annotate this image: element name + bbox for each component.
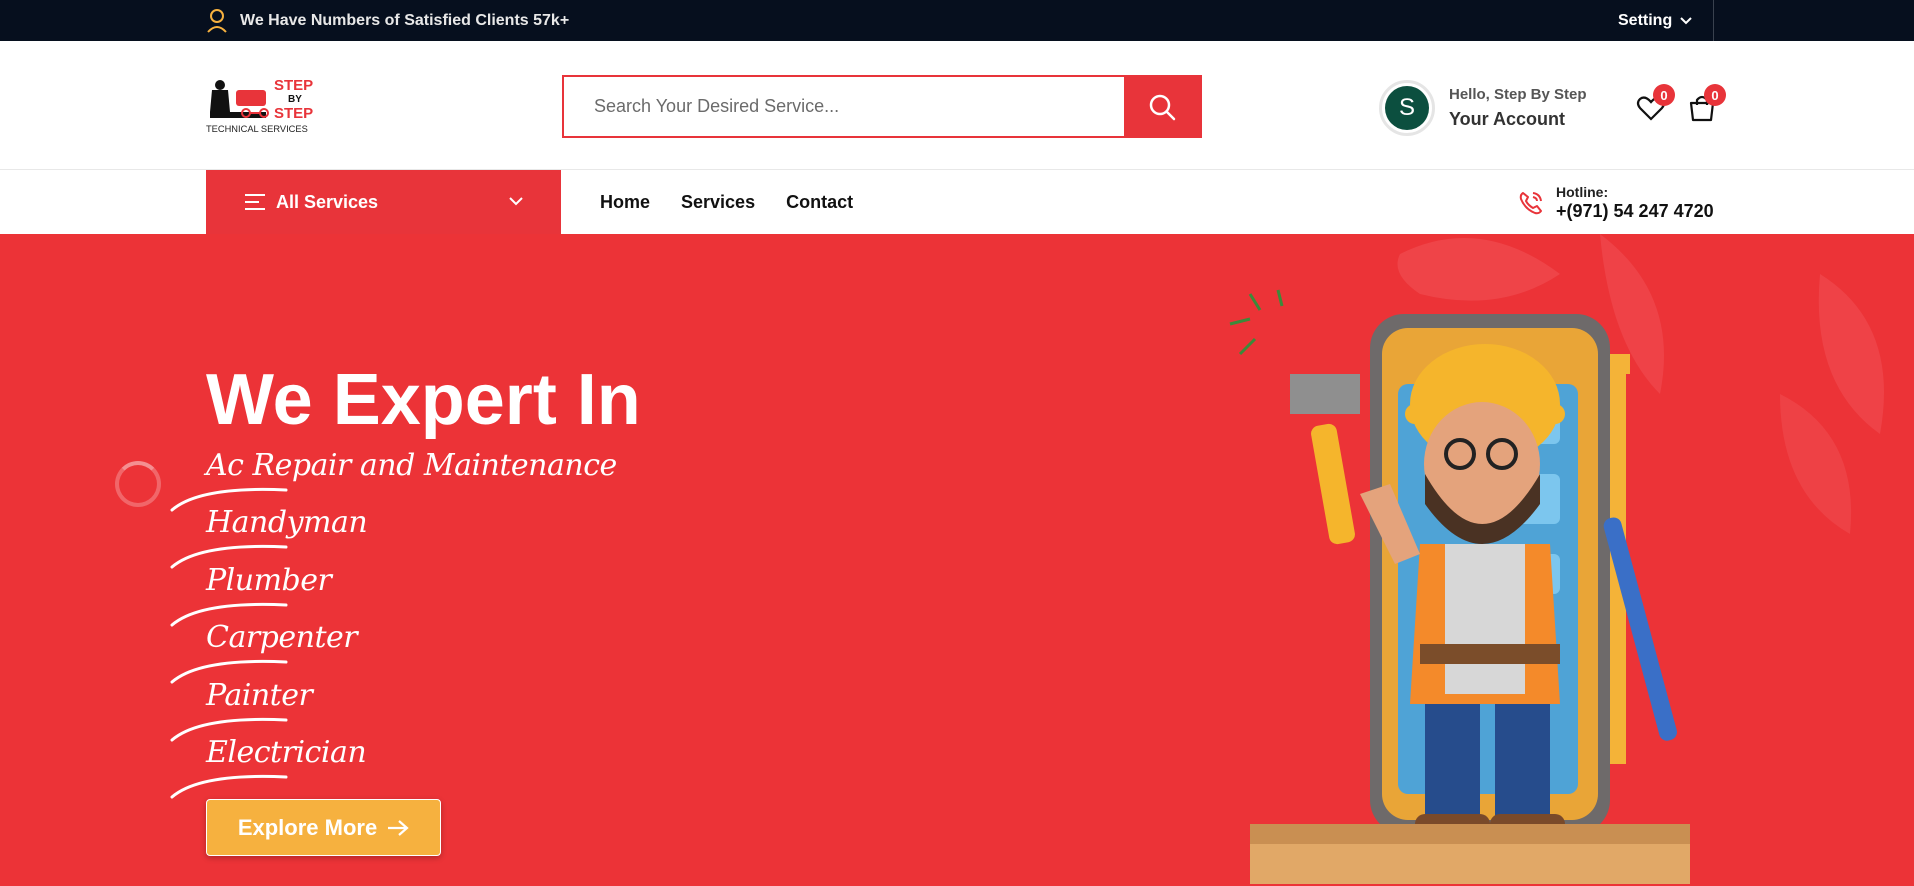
list-item: Plumber <box>170 563 690 627</box>
promo-banner: We Have Numbers of Satisfied Clients 57k… <box>206 0 569 41</box>
nav-link-services[interactable]: Services <box>681 192 755 213</box>
chevron-down-icon <box>509 197 523 206</box>
top-bar: We Have Numbers of Satisfied Clients 57k… <box>0 0 1914 41</box>
explore-more-button[interactable]: Explore More <box>206 799 441 856</box>
logo-text-step: STEP <box>274 77 313 94</box>
explore-more-label: Explore More <box>237 814 378 840</box>
main-nav: All Services Home Services Contact Hotli… <box>0 170 1914 234</box>
user-icon <box>207 8 227 33</box>
list-item: Carpenter <box>170 620 690 684</box>
cart-count-badge: 0 <box>1704 84 1726 106</box>
avatar[interactable]: S <box>1379 80 1435 136</box>
list-item: Ac Repair and Maintenance <box>170 448 690 512</box>
all-services-label: All Services <box>276 191 379 212</box>
logo-image: STEP BY STEP TECHNICAL SERVICES <box>206 77 313 134</box>
nav-links: Home Services Contact <box>600 170 853 234</box>
phone-icon <box>1519 192 1542 215</box>
all-services-dropdown[interactable]: All Services <box>206 170 561 234</box>
arrow-right-icon <box>388 819 409 836</box>
wishlist-count-badge: 0 <box>1653 84 1675 106</box>
menu-icon <box>245 194 265 210</box>
worker-illustration <box>1229 289 1690 884</box>
topbar-divider <box>1713 0 1714 41</box>
hotline-label: Hotline: <box>1556 184 1609 200</box>
hero-section: We Expert In Ac Repair and Maintenance H… <box>0 234 1914 886</box>
account-label[interactable]: Your Account <box>1449 109 1587 130</box>
hotline-number[interactable]: +(971) 54 247 4720 <box>1556 201 1714 222</box>
account-menu[interactable]: S Hello, Step By Step Your Account <box>1379 80 1587 136</box>
nav-link-contact[interactable]: Contact <box>786 192 853 213</box>
search-input[interactable] <box>564 77 1124 136</box>
logo-text-by: BY <box>288 94 302 105</box>
swoosh-underline <box>170 774 288 799</box>
loading-spinner <box>115 461 161 507</box>
setting-dropdown[interactable]: Setting <box>1618 0 1692 41</box>
search-button[interactable] <box>1124 77 1200 136</box>
setting-label: Setting <box>1618 11 1673 29</box>
search-icon <box>1149 94 1176 120</box>
service-list: Ac Repair and Maintenance Handyman Plumb… <box>170 448 690 799</box>
site-logo[interactable]: STEP BY STEP TECHNICAL SERVICES <box>206 76 324 138</box>
chevron-down-icon <box>1680 16 1692 24</box>
header: STEP BY STEP TECHNICAL SERVICES S Hello,… <box>0 41 1914 170</box>
avatar-letter: S <box>1385 86 1429 130</box>
nav-link-home[interactable]: Home <box>600 192 650 213</box>
search-bar <box>562 75 1202 138</box>
list-item: Electrician <box>170 735 690 799</box>
promo-text: We Have Numbers of Satisfied Clients 57k… <box>240 11 570 29</box>
account-greeting: Hello, Step By Step <box>1449 86 1587 103</box>
hero-heading: We Expert In <box>206 360 641 440</box>
logo-tagline: TECHNICAL SERVICES <box>206 124 308 134</box>
hotline[interactable]: Hotline: +(971) 54 247 4720 <box>1518 184 1714 222</box>
list-item: Painter <box>170 678 690 742</box>
logo-text-step2: STEP <box>274 105 313 122</box>
list-item: Handyman <box>170 505 690 569</box>
